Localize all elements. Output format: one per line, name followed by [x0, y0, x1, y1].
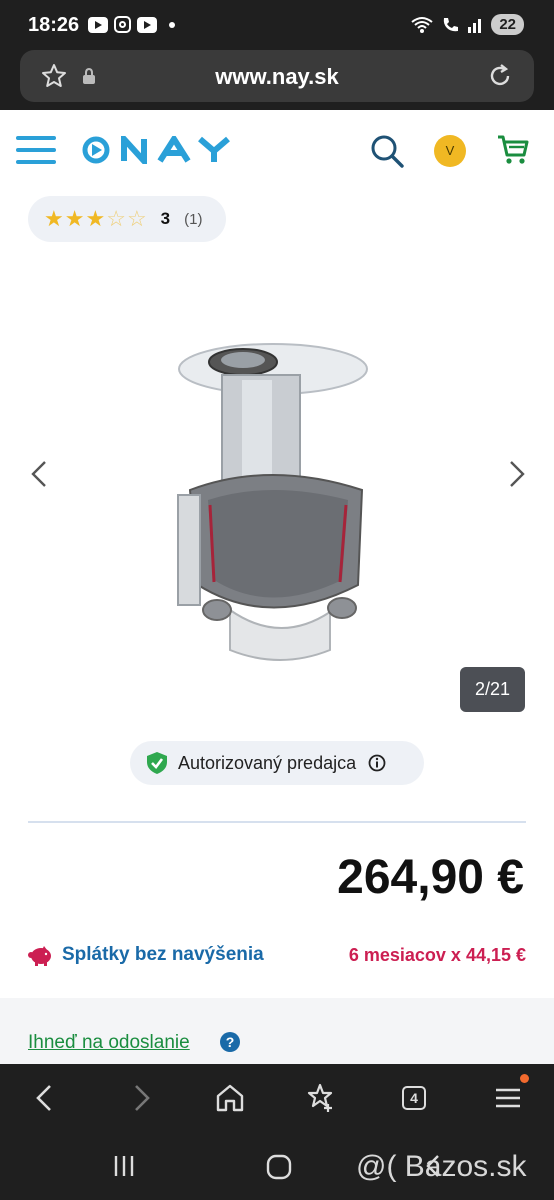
installment-value: 6 mesiacov x 44,15 €: [348, 944, 526, 965]
reload-icon[interactable]: [486, 62, 514, 90]
nay-logo[interactable]: [82, 136, 264, 164]
installment-label[interactable]: Splátky bez navýšenia: [62, 944, 264, 966]
previous-image-arrow-icon[interactable]: [30, 460, 48, 488]
wifi-icon: [411, 16, 433, 33]
system-nav-bar: @( Bazos.sk: [0, 1132, 554, 1200]
url-text: www.nay.sk: [215, 64, 339, 89]
watermark: @( Bazos.sk: [356, 1150, 527, 1183]
installment-row[interactable]: Splátky bez navýšenia 6 mesiacov x 44,15…: [28, 940, 526, 970]
address-bar[interactable]: www.nay.sk: [20, 50, 534, 102]
shipping-availability-link[interactable]: Ihneď na odoslanie: [28, 1032, 190, 1054]
star-empty-icon: ☆: [106, 206, 126, 231]
shipping-section: Ihneď na odoslanie ?: [0, 998, 554, 1064]
status-bar: 18:26 22: [0, 0, 554, 50]
info-icon[interactable]: [368, 754, 386, 772]
cart-icon[interactable]: [496, 134, 530, 166]
signal-icon: [468, 18, 482, 33]
youtube-icon: [137, 16, 157, 33]
next-image-arrow-icon[interactable]: [508, 460, 526, 488]
browser-toolbar: www.nay.sk: [0, 50, 554, 110]
product-image-juicer[interactable]: [170, 340, 370, 670]
star-filled-icon: ★: [64, 206, 85, 231]
review-count: (1): [184, 210, 203, 228]
user-avatar[interactable]: V: [434, 135, 466, 167]
star-empty-icon: ☆: [126, 206, 147, 231]
back-icon[interactable]: [28, 1080, 64, 1116]
home-button-icon[interactable]: [264, 1152, 294, 1182]
tabs-button[interactable]: 4: [398, 1080, 434, 1116]
image-counter: 2/21: [460, 667, 525, 712]
section-divider: [28, 821, 526, 823]
call-icon: [444, 17, 459, 31]
product-gallery: 2/21: [0, 260, 554, 730]
authorized-seller-badge[interactable]: Autorizovaný predajca: [130, 741, 424, 785]
notification-dot: [520, 1074, 529, 1083]
menu-icon[interactable]: [490, 1080, 526, 1116]
piggy-bank-icon: [28, 946, 51, 966]
star-filled-icon: ★: [44, 206, 64, 231]
more-notifications-dot-icon: [169, 21, 175, 28]
rating-value: 3: [160, 209, 171, 228]
site-header: V: [0, 110, 554, 190]
forward-icon[interactable]: [122, 1080, 158, 1116]
notification-icons: [88, 16, 175, 33]
instagram-icon: [114, 16, 131, 33]
authorized-seller-label: Autorizovaný predajca: [178, 752, 357, 773]
rating-stars: ★ ★ ★ ☆ ☆: [44, 208, 147, 230]
search-icon[interactable]: [370, 134, 404, 168]
tabs-count: 4: [402, 1086, 426, 1110]
product-price: 264,90 €: [337, 851, 524, 904]
rating-badge[interactable]: ★ ★ ★ ☆ ☆ 3 (1): [28, 196, 226, 242]
shield-check-icon: [147, 752, 167, 774]
status-time: 18:26: [28, 14, 80, 36]
help-icon[interactable]: ?: [220, 1032, 240, 1052]
battery-indicator: 22: [491, 14, 524, 35]
menu-icon[interactable]: [16, 136, 56, 164]
browser-bottom-nav: 4: [0, 1064, 554, 1132]
recent-apps-icon[interactable]: [110, 1152, 138, 1180]
home-icon[interactable]: [212, 1080, 248, 1116]
bookmarks-icon[interactable]: [304, 1080, 340, 1116]
system-status-icons: 22: [411, 14, 524, 35]
youtube-icon: [88, 16, 108, 33]
star-filled-icon: ★: [85, 206, 106, 231]
